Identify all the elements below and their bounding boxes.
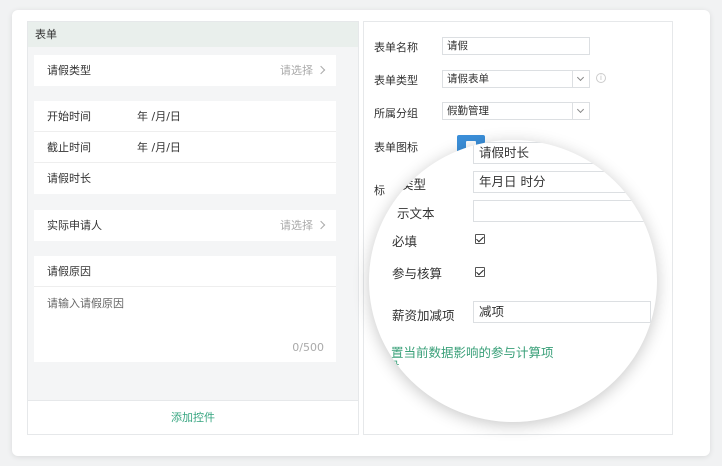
group-select[interactable]: 假勤管理 [442,102,590,120]
zoom-type-input[interactable]: 年月日 时分 [473,171,657,193]
group-label: 所属分组 [374,107,418,120]
applicant-group: 实际申请人 请选择 [34,210,336,241]
start-time-label: 开始时间 [47,110,91,123]
applicant-select[interactable]: 请选择 [280,210,326,241]
partial-label: 标 [374,184,385,197]
chevron-down-icon [572,103,589,119]
zoom-type-label: 类型 [401,177,427,192]
end-time-label: 截止时间 [47,141,91,154]
form-type-label: 表单类型 [374,74,418,87]
leave-type-group: 请假类型 请选择 [34,55,336,86]
add-control-button[interactable]: 添加控件 [28,400,358,434]
reason-textarea[interactable]: 请输入请假原因 0/500 [34,287,336,362]
reason-counter: 0/500 [292,341,324,354]
reason-group: 请假原因 请输入请假原因 0/500 [34,256,336,362]
zoom-settings-link[interactable]: 置当前数据影响的参与计算项 [391,342,554,361]
info-icon[interactable]: i [596,73,606,83]
reason-title-row: 请假原因 [34,256,336,287]
end-time-value[interactable]: 年 /月/日 [137,132,181,163]
applicant-row[interactable]: 实际申请人 请选择 [34,210,336,241]
form-icon-label: 表单图标 [374,141,418,154]
duration-label: 请假时长 [47,172,91,185]
form-type-select[interactable]: 请假表单 [442,70,590,88]
leave-type-row[interactable]: 请假类型 请选择 [34,55,336,86]
form-name-input[interactable]: 请假 [442,37,590,55]
chevron-down-icon [572,71,589,87]
leave-type-label: 请假类型 [47,64,91,77]
form-preview-header: 表单 [28,22,358,47]
zoom-title-input[interactable]: 请假时长 [473,142,657,164]
form-name-label: 表单名称 [374,41,418,54]
zoom-settings-link-prefix[interactable]: 设 [387,356,400,375]
reason-label: 请假原因 [47,265,91,278]
reason-placeholder: 请输入请假原因 [47,297,124,310]
leave-type-select[interactable]: 请选择 [280,55,326,86]
zoom-salary-label: 薪资加减项 [392,308,455,323]
end-time-row[interactable]: 截止时间 年 /月/日 [34,132,336,163]
zoom-salary-select[interactable]: 减项 [473,301,651,323]
form-preview-panel: 表单 请假类型 请选择 开始时间 年 /月/日 截止时间 年 /月/日 请假时长… [27,21,359,435]
zoom-required-label: 必填 [392,234,418,249]
chevron-right-icon [316,220,326,230]
magnifier-overlay: 请假时长 类型 年月日 时分 示文本 必填 参与核算 薪资加减项 减项 置当前数… [369,140,657,422]
calc-checkbox[interactable] [475,267,485,277]
zoom-hint-label: 示文本 [397,206,435,221]
time-group: 开始时间 年 /月/日 截止时间 年 /月/日 请假时长 [34,101,336,194]
required-checkbox[interactable] [475,234,485,244]
zoom-calc-label: 参与核算 [392,266,443,281]
applicant-label: 实际申请人 [47,219,102,232]
start-time-value[interactable]: 年 /月/日 [137,101,181,132]
chevron-right-icon [316,65,326,75]
start-time-row[interactable]: 开始时间 年 /月/日 [34,101,336,132]
duration-row[interactable]: 请假时长 [34,163,336,194]
zoom-hint-input[interactable] [473,200,657,222]
